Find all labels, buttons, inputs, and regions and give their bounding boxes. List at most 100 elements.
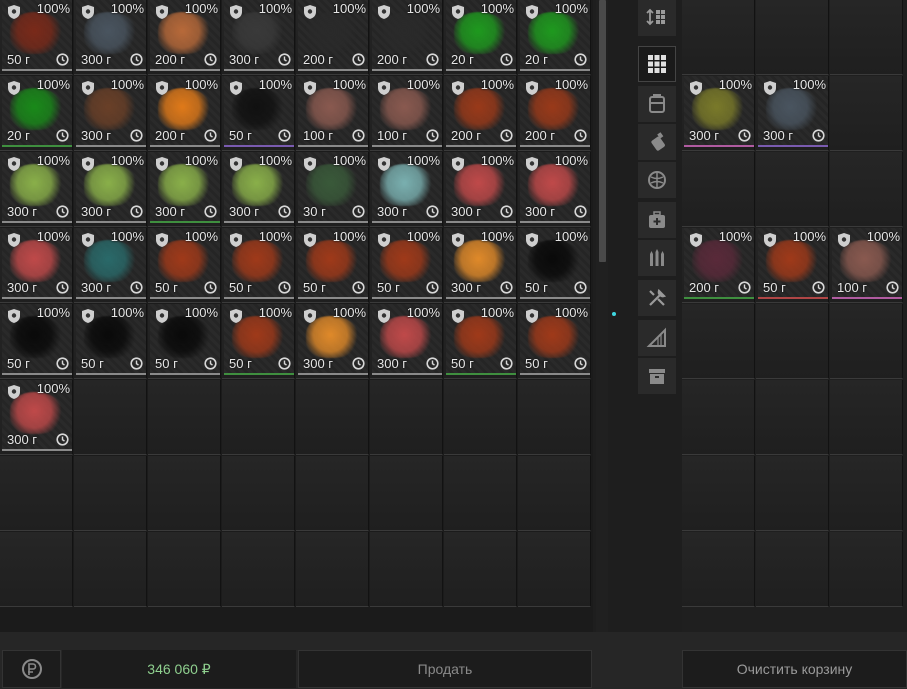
cart-slot[interactable] <box>756 456 829 531</box>
backpack-filter-button[interactable] <box>638 86 676 122</box>
cart-slot[interactable] <box>682 152 755 227</box>
cart-slot[interactable] <box>830 76 903 151</box>
cart-slot[interactable] <box>682 380 755 455</box>
artifact-item[interactable]: 100% 50 г <box>2 304 72 375</box>
cart-slot[interactable] <box>682 532 755 607</box>
artifact-item[interactable]: 100% 300 г <box>2 152 72 223</box>
artifact-item[interactable]: 100% 20 г <box>446 0 516 71</box>
artifact-item[interactable]: 100% 50 г <box>150 304 220 375</box>
artifact-item[interactable]: 100% 200 г <box>150 0 220 71</box>
inventory-slot[interactable] <box>444 380 517 455</box>
inventory-slot[interactable] <box>222 456 295 531</box>
inventory-slot[interactable] <box>518 380 591 455</box>
inventory-slot[interactable] <box>222 380 295 455</box>
artifact-item[interactable]: 100% 100 г <box>298 76 368 147</box>
artifact-item[interactable]: 100% 300 г <box>76 76 146 147</box>
inventory-slot[interactable] <box>518 456 591 531</box>
artifact-item[interactable]: 100% 300 г <box>298 304 368 375</box>
artifact-item[interactable]: 100% 50 г <box>758 228 828 299</box>
inventory-slot[interactable] <box>296 532 369 607</box>
inventory-slot[interactable] <box>0 532 73 607</box>
sort-filter-button[interactable] <box>638 0 676 36</box>
artifact-item[interactable]: 100% 50 г <box>2 0 72 71</box>
artifact-item[interactable]: 100% 300 г <box>684 76 754 147</box>
artifact-item[interactable]: 100% 50 г <box>446 304 516 375</box>
inventory-slot[interactable] <box>296 456 369 531</box>
inventory-slot[interactable] <box>0 456 73 531</box>
cart-slot[interactable] <box>756 152 829 227</box>
cart-slot[interactable] <box>756 380 829 455</box>
artifact-item[interactable]: 100% 300 г <box>76 152 146 223</box>
inventory-slot[interactable] <box>222 532 295 607</box>
blueprint-filter-button[interactable] <box>638 320 676 356</box>
artifact-item[interactable]: 100% 300 г <box>520 152 590 223</box>
cart-slot[interactable] <box>830 304 903 379</box>
artifact-item[interactable]: 100% 50 г <box>150 228 220 299</box>
cart-slot[interactable] <box>830 380 903 455</box>
inventory-slot[interactable] <box>444 456 517 531</box>
artifact-item[interactable]: 100% 100 г <box>832 228 902 299</box>
artifact-item[interactable]: 100% 300 г <box>76 228 146 299</box>
artifact-item[interactable]: 100% 300 г <box>2 380 72 451</box>
artifact-item[interactable]: 100% 300 г <box>224 0 294 71</box>
inventory-slot[interactable] <box>518 532 591 607</box>
inventory-slot[interactable] <box>370 456 443 531</box>
cart-slot[interactable] <box>682 0 755 75</box>
artifact-item[interactable]: 100% 50 г <box>224 76 294 147</box>
artifact-item[interactable]: 100% 300 г <box>76 0 146 71</box>
artifact-item[interactable]: 100% 300 г <box>446 152 516 223</box>
inventory-slot[interactable] <box>148 456 221 531</box>
cart-slot[interactable] <box>682 456 755 531</box>
cart-slot[interactable] <box>682 304 755 379</box>
artifact-item[interactable]: 100% 30 г <box>298 152 368 223</box>
box-filter-button[interactable] <box>638 358 676 394</box>
inventory-slot[interactable] <box>370 380 443 455</box>
artifact-item[interactable]: 100% 300 г <box>372 152 442 223</box>
artifact-item[interactable]: 100% 300 г <box>758 76 828 147</box>
resize-handle[interactable] <box>612 312 616 316</box>
artifact-item[interactable]: 100% 50 г <box>520 228 590 299</box>
artifact-item[interactable]: 100% 20 г <box>2 76 72 147</box>
artifact-item[interactable]: 100% 50 г <box>298 228 368 299</box>
artifact-item[interactable]: 100% 300 г <box>150 152 220 223</box>
inventory-slot[interactable] <box>74 380 147 455</box>
inventory-slot[interactable] <box>74 456 147 531</box>
artifact-item[interactable]: 100% 100 г <box>372 76 442 147</box>
currency-exchange-button[interactable] <box>2 650 61 688</box>
artifact-item[interactable]: 100% 300 г <box>224 152 294 223</box>
tools-filter-button[interactable] <box>638 280 676 316</box>
inventory-slot[interactable] <box>74 532 147 607</box>
artifact-item[interactable]: 100% 50 г <box>224 228 294 299</box>
sell-button[interactable]: Продать <box>298 650 592 688</box>
medkit-filter-button[interactable] <box>638 202 676 238</box>
cart-slot[interactable] <box>756 304 829 379</box>
artifact-item[interactable]: 100% 200 г <box>298 0 368 71</box>
cart-slot[interactable] <box>756 532 829 607</box>
clear-cart-button[interactable]: Очистить корзину <box>682 650 907 688</box>
artifact-filter-button[interactable] <box>638 162 676 198</box>
inventory-slot[interactable] <box>296 380 369 455</box>
cart-slot[interactable] <box>830 532 903 607</box>
ammo-filter-button[interactable] <box>638 240 676 276</box>
inventory-slot[interactable] <box>148 532 221 607</box>
artifact-item[interactable]: 100% 200 г <box>446 76 516 147</box>
grid-filter-button[interactable] <box>638 46 676 82</box>
artifact-item[interactable]: 100% 50 г <box>520 304 590 375</box>
inventory-slot[interactable] <box>370 532 443 607</box>
artifact-item[interactable]: 100% 300 г <box>372 304 442 375</box>
inventory-scrollbar-thumb[interactable] <box>599 0 606 262</box>
cart-slot[interactable] <box>830 456 903 531</box>
artifact-item[interactable]: 100% 200 г <box>520 76 590 147</box>
artifact-item[interactable]: 100% 50 г <box>76 304 146 375</box>
cart-slot[interactable] <box>830 152 903 227</box>
cart-slot[interactable] <box>830 0 903 75</box>
grenade-filter-button[interactable] <box>638 124 676 160</box>
inventory-slot[interactable] <box>444 532 517 607</box>
artifact-item[interactable]: 100% 200 г <box>372 0 442 71</box>
cart-slot[interactable] <box>756 0 829 75</box>
artifact-item[interactable]: 100% 300 г <box>446 228 516 299</box>
artifact-item[interactable]: 100% 200 г <box>150 76 220 147</box>
artifact-item[interactable]: 100% 50 г <box>372 228 442 299</box>
inventory-slot[interactable] <box>148 380 221 455</box>
artifact-item[interactable]: 100% 50 г <box>224 304 294 375</box>
